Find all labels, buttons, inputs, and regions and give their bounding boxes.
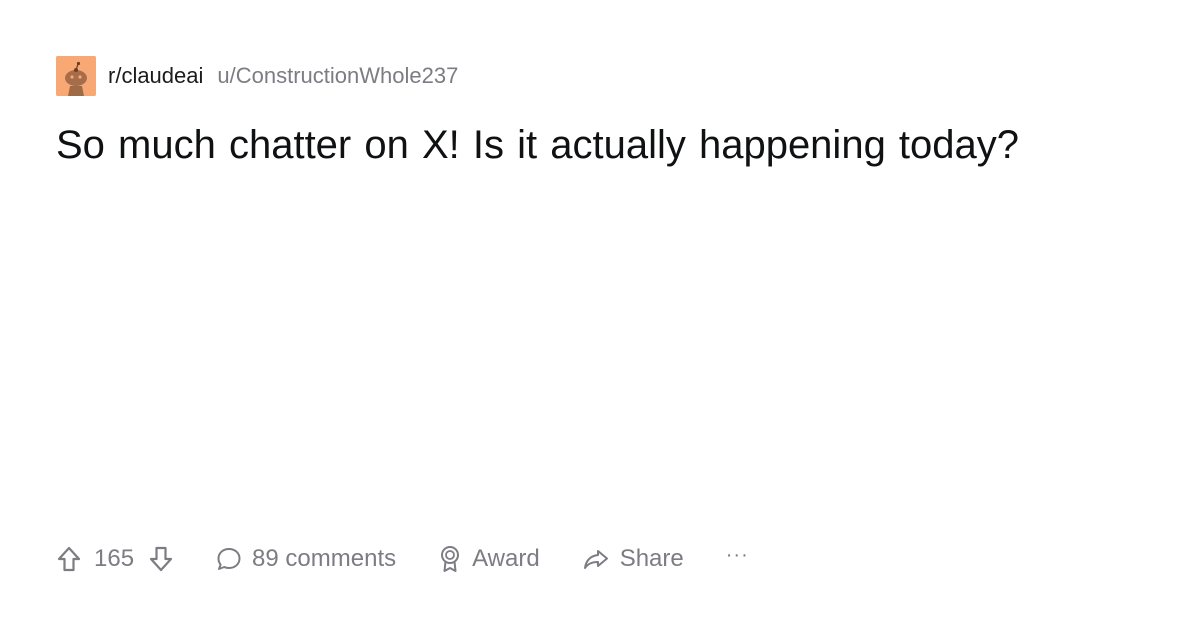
subreddit-avatar[interactable] [56,56,96,96]
author-link[interactable]: u/ConstructionWhole237 [217,63,458,89]
subreddit-link[interactable]: r/claudeai [108,63,203,89]
share-button[interactable]: Share [582,545,684,573]
share-label: Share [619,545,684,572]
award-button[interactable]: Award [438,545,540,573]
action-bar: 165 89 comments Award Share ··· [56,538,749,580]
vote-count: 165 [94,545,135,572]
vote-group: 165 [56,545,174,573]
post-card: r/claudeai u/ConstructionWhole237 So muc… [0,0,1200,630]
downvote-button[interactable] [148,545,174,573]
upvote-button[interactable] [56,545,82,573]
comments-count-label: 89 comments [252,545,397,572]
more-options-label: ··· [725,543,749,566]
upvote-arrow-icon [57,546,81,572]
share-arrow-icon [583,550,608,569]
award-ribbon-icon [441,546,460,572]
post-title[interactable]: So much chatter on X! Is it actually hap… [56,120,1146,170]
post-header: r/claudeai u/ConstructionWhole237 [56,56,458,96]
comment-bubble-icon [217,548,241,570]
more-options-button[interactable]: ··· [726,544,749,567]
snoo-icon [56,56,96,96]
comments-button[interactable]: 89 comments [216,545,396,573]
downvote-arrow-icon [149,546,173,572]
award-label: Award [472,545,540,572]
